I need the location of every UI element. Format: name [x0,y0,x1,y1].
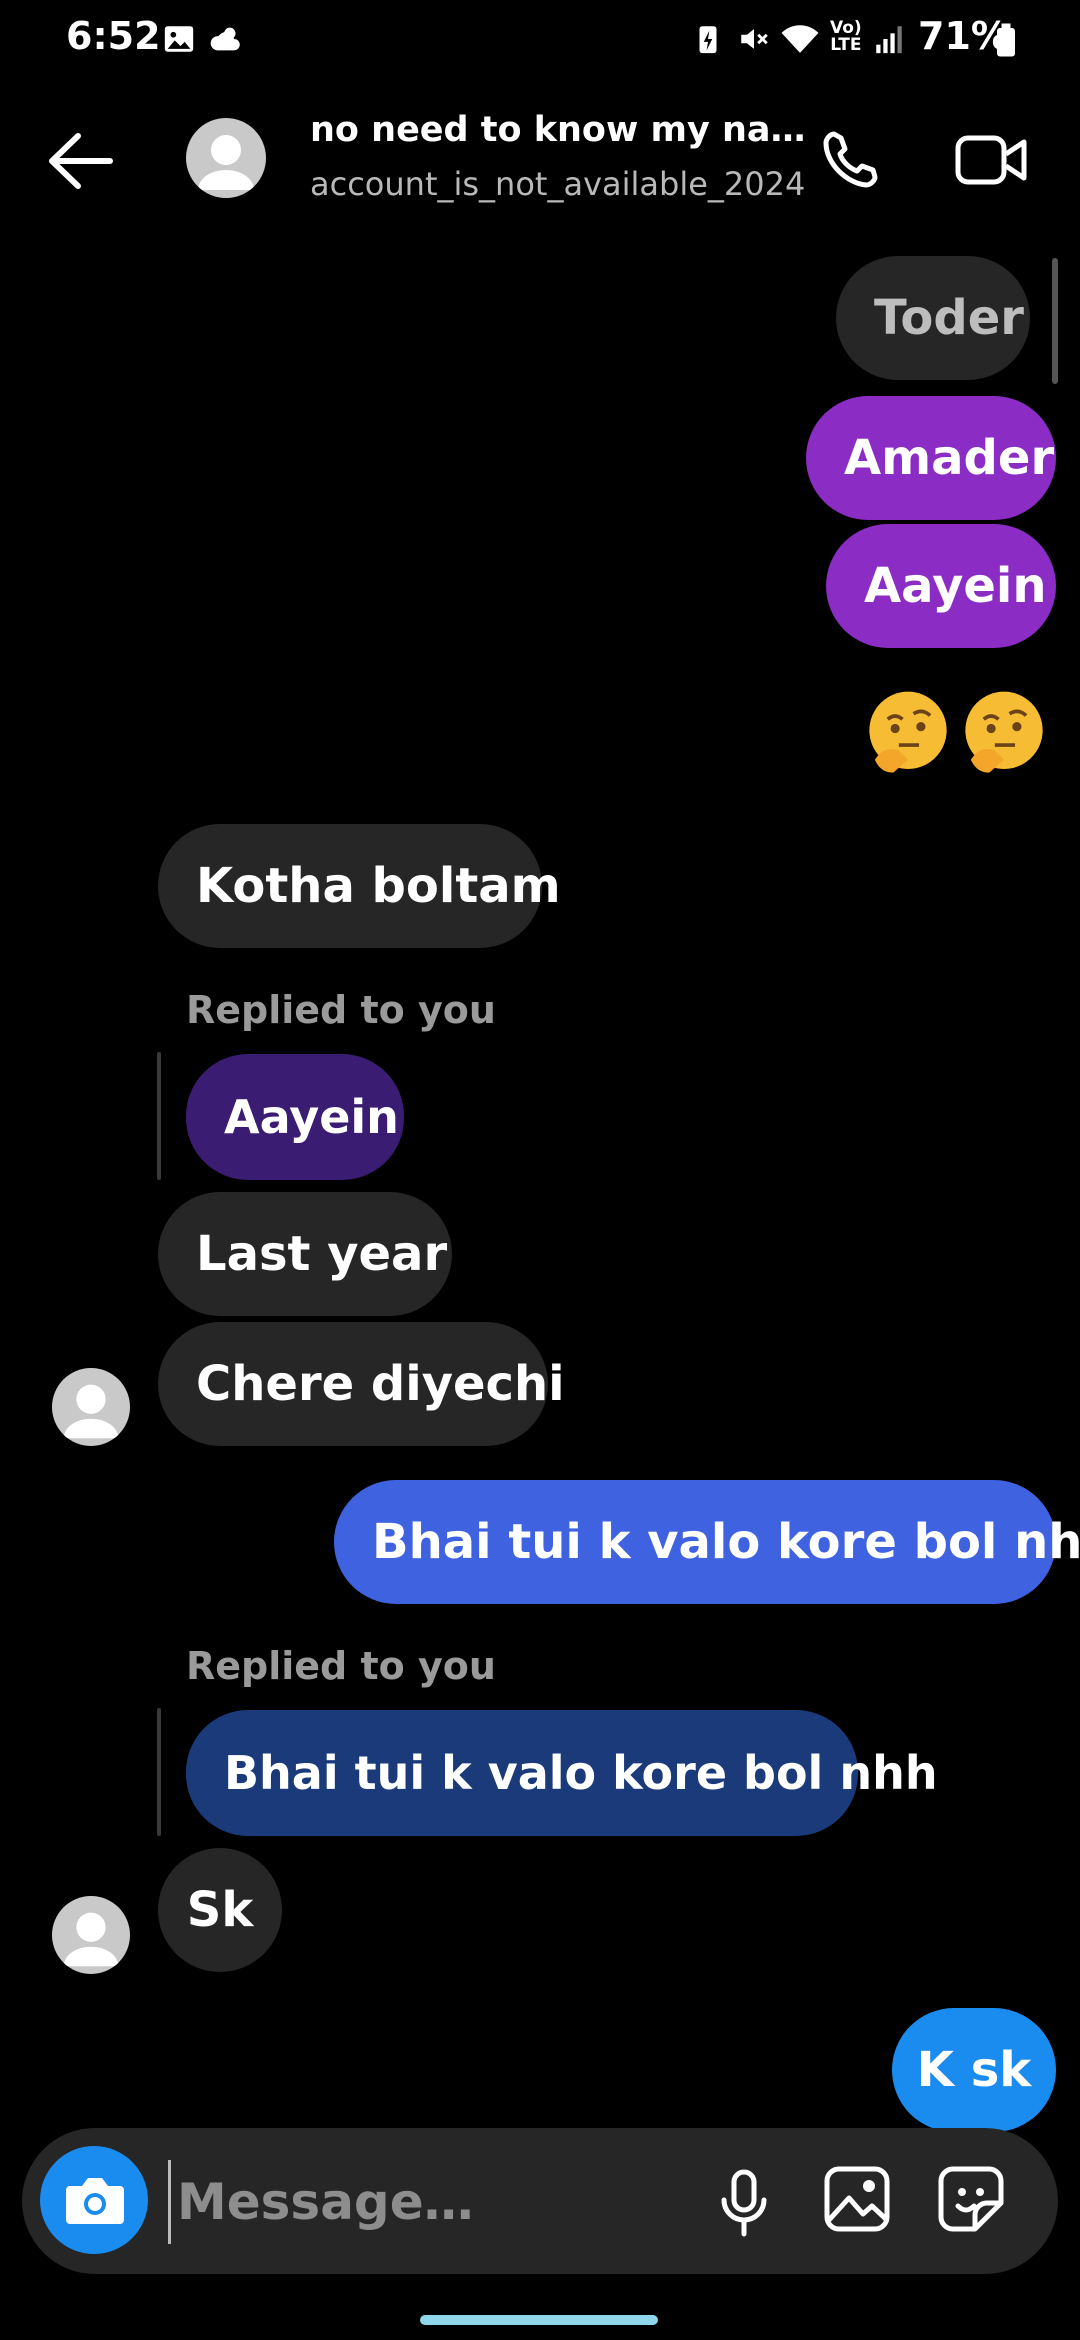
status-time: 6:52 [66,14,161,58]
sent-message[interactable]: Bhai tui k valo kore bol nhh [334,1480,1080,1604]
message-text: Aayein [864,558,1047,614]
message-text: Bhai tui k valo kore bol nhh [372,1514,1080,1570]
sent-message[interactable]: Aayein [826,524,1056,648]
message-text: K sk [916,2042,1032,2098]
received-message[interactable]: Kotha boltam [158,824,561,948]
phone-call-icon[interactable] [810,120,890,200]
default-avatar-icon [63,1912,119,1967]
message-text: Last year [196,1226,448,1282]
home-indicator[interactable] [420,2315,658,2325]
received-message[interactable]: Chere diyechi [158,1322,565,1446]
microphone-icon[interactable] [712,2168,776,2238]
message-input[interactable] [168,2160,699,2244]
battery-saver-icon [699,26,717,54]
camera-icon [66,2178,124,2224]
sticker-icon[interactable] [936,2164,1006,2234]
reply-label: Replied to you [186,1644,496,1688]
received-message[interactable]: Last year [158,1192,452,1316]
thinking-face-icon[interactable] [958,688,1050,780]
message-text: Kotha boltam [196,858,561,914]
received-message[interactable]: Sk [158,1848,282,1972]
message-text: Aayein [224,1090,399,1144]
thinking-face-icon[interactable] [862,688,954,780]
default-avatar-icon [63,1384,119,1439]
scrollbar[interactable] [1052,258,1058,384]
contact-username[interactable]: account_is_not_available_2024 [310,165,805,203]
gallery-icon[interactable] [822,2164,892,2234]
sender-avatar[interactable] [52,1896,130,1974]
reply-indicator-line [157,1052,161,1180]
contact-avatar[interactable] [186,118,266,198]
volte-icon: Vo) LTE [830,18,862,55]
mute-icon [741,29,768,49]
wifi-icon [781,25,819,53]
reply-label: Replied to you [186,988,496,1032]
contact-name[interactable]: no need to know my na… [310,110,806,150]
sender-avatar[interactable] [52,1368,130,1446]
quoted-message[interactable]: Bhai tui k valo kore bol nhh [186,1710,938,1836]
weather-icon [210,27,240,51]
message-text: Chere diyechi [196,1356,565,1412]
message-text: Amader [844,430,1055,486]
message-text: Toder [874,290,1024,346]
quoted-message[interactable]: Aayein [186,1054,404,1180]
signal-icon [876,26,902,54]
sent-message[interactable]: Amader [806,396,1056,520]
message-text: Sk [186,1882,254,1938]
default-avatar-icon [198,135,254,190]
camera-button[interactable] [40,2146,148,2254]
reply-indicator-line [157,1708,161,1836]
message-text: Bhai tui k valo kore bol nhh [224,1746,938,1800]
sent-message[interactable]: Toder [836,256,1030,380]
back-arrow-icon[interactable] [40,126,120,196]
video-call-icon[interactable] [952,120,1032,200]
sent-message[interactable]: K sk [892,2008,1056,2132]
battery-icon [997,23,1015,57]
gallery-icon [164,26,194,52]
